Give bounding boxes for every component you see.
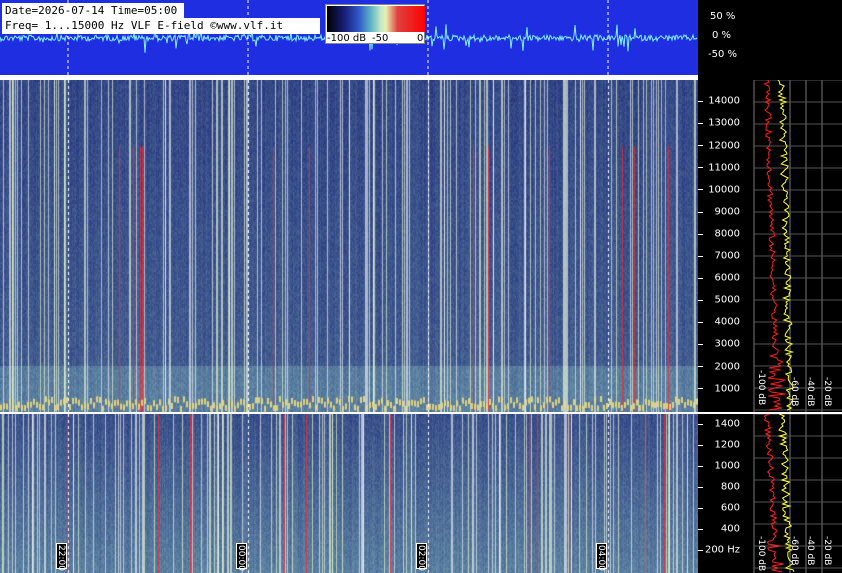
frequency-axis-upper: 14000 13000 12000 11000 10000 9000 8000 … bbox=[698, 80, 742, 412]
frequency-axis-lower: 1400 1200 1000 800 600 400 200 Hz bbox=[698, 414, 742, 573]
time-marker-2200: 22:00 bbox=[56, 543, 67, 571]
freq-label: 3000 bbox=[714, 338, 740, 350]
color-scale-mid: -50 bbox=[372, 33, 389, 44]
pct-label-neg50: -50 % bbox=[708, 49, 738, 60]
color-scale: -100 dB -50 0 bbox=[325, 4, 425, 44]
axis-tick bbox=[698, 344, 703, 346]
freq-label: 1200 bbox=[714, 439, 740, 451]
color-scale-min: -100 dB bbox=[327, 33, 367, 44]
axis-tick bbox=[698, 233, 703, 235]
time-marker-0200: 02:00 bbox=[416, 543, 427, 571]
freq-label: 14000 bbox=[708, 95, 740, 107]
profile-mean-line bbox=[763, 79, 786, 411]
axis-tick bbox=[698, 529, 703, 530]
profile-db-label: -100 dB bbox=[756, 536, 766, 572]
pct-label-0: 0 % bbox=[712, 30, 732, 41]
color-scale-max: 0 bbox=[417, 33, 424, 44]
spectrogram-upper-canvas bbox=[0, 80, 698, 412]
color-scale-gradient bbox=[327, 6, 425, 32]
freq-label: 600 bbox=[720, 502, 740, 514]
axis-tick bbox=[698, 388, 703, 390]
frequency-info-label: Freq= 1...15000 Hz VLF E-field ©www.vlf.… bbox=[2, 18, 320, 34]
freq-label: 4000 bbox=[714, 316, 740, 328]
axis-tick bbox=[698, 189, 703, 191]
freq-label: 9000 bbox=[714, 206, 740, 218]
freq-label: 5000 bbox=[714, 294, 740, 306]
freq-label: 11000 bbox=[708, 162, 740, 174]
time-marker-0000: 00:00 bbox=[236, 543, 247, 571]
profile-db-label: -40 dB bbox=[805, 377, 815, 407]
profile-db-label: -20 dB bbox=[822, 377, 832, 407]
axis-tick bbox=[698, 508, 703, 509]
axis-tick bbox=[698, 299, 703, 301]
spectrogram-upper bbox=[0, 80, 698, 412]
spectrogram-lower: 22:00 00:00 02:00 04:00 bbox=[0, 414, 698, 573]
freq-label: 8000 bbox=[714, 228, 740, 240]
profile-mean-line bbox=[763, 413, 784, 573]
freq-label: 2000 bbox=[714, 361, 740, 373]
freq-label: 1400 bbox=[714, 418, 740, 430]
freq-label: 1000 bbox=[714, 383, 740, 395]
time-marker-0400: 04:00 bbox=[596, 543, 607, 571]
freq-label: 6000 bbox=[714, 272, 740, 284]
date-time-label: Date=2026-07-14 Time=05:00 bbox=[2, 3, 184, 19]
freq-label: 200 Hz bbox=[704, 544, 740, 556]
axis-tick bbox=[698, 424, 703, 425]
axis-tick bbox=[698, 123, 703, 125]
axis-tick bbox=[698, 466, 703, 467]
axis-tick bbox=[698, 445, 703, 446]
axis-tick bbox=[698, 366, 703, 368]
freq-label: 13000 bbox=[708, 117, 740, 129]
axis-tick bbox=[698, 255, 703, 257]
profile-db-label: -100 dB bbox=[756, 370, 766, 406]
freq-label: 10000 bbox=[708, 184, 740, 196]
spectrum-profile-lower: -100 dB -60 dB -40 dB -20 dB bbox=[742, 413, 842, 573]
spectrum-profile-upper: -100 dB -60 dB -40 dB -20 dB bbox=[742, 79, 842, 412]
profile-db-label: -20 dB bbox=[822, 536, 832, 566]
axis-tick bbox=[698, 322, 703, 323]
axis-tick bbox=[698, 550, 703, 551]
profile-db-label: -60 dB bbox=[789, 377, 799, 407]
spectrum-profile-upper-plot bbox=[753, 79, 842, 412]
axis-tick bbox=[698, 487, 703, 488]
profile-db-label: -60 dB bbox=[789, 536, 799, 566]
spectrogram-lower-canvas bbox=[0, 414, 698, 573]
freq-label: 800 bbox=[720, 481, 740, 493]
axis-tick bbox=[698, 101, 703, 102]
pct-label-50: 50 % bbox=[710, 11, 736, 22]
axis-tick bbox=[698, 211, 703, 213]
axis-tick bbox=[698, 277, 703, 279]
axis-tick bbox=[698, 145, 703, 147]
freq-label: 12000 bbox=[708, 140, 740, 152]
freq-label: 1000 bbox=[714, 460, 740, 472]
profile-db-label: -40 dB bbox=[805, 536, 815, 566]
freq-label: 400 bbox=[720, 523, 740, 535]
waveform-scale: 50 % 0 % -50 % bbox=[698, 0, 842, 75]
freq-label: 7000 bbox=[714, 250, 740, 262]
axis-tick bbox=[698, 167, 703, 169]
